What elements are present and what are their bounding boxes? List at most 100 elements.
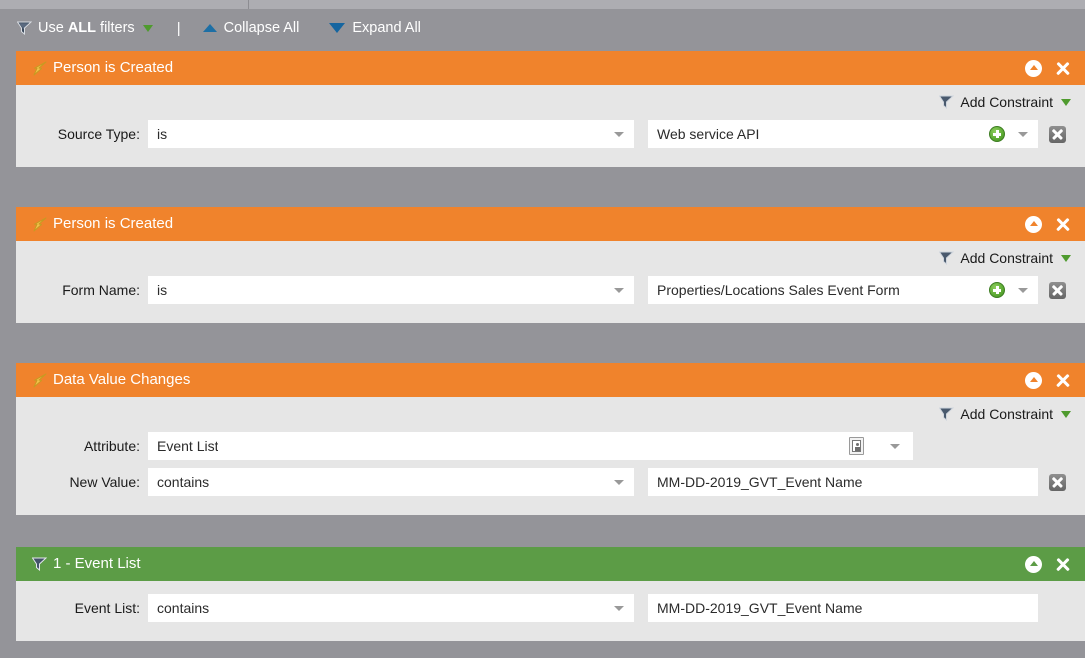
panel-header-actions: [1025, 207, 1071, 241]
field-label: Form Name:: [16, 282, 148, 298]
panel-body: Add Constraint Source Type: is Web servi…: [16, 85, 1085, 167]
expand-all-button[interactable]: Expand All: [329, 9, 421, 47]
collapse-all-label: Collapse All: [224, 20, 300, 36]
add-constraint-button[interactable]: Add Constraint: [939, 94, 1071, 110]
panel-header-actions: [1025, 51, 1071, 85]
chevron-down-icon[interactable]: [890, 444, 900, 449]
move-up-button[interactable]: [1025, 372, 1042, 389]
attribute-value: Event List: [149, 438, 218, 454]
add-constraint-row: Add Constraint: [16, 397, 1085, 431]
panel-bottom-spacer: [16, 503, 1085, 515]
filter-toolbar: Use ALL filters | Collapse All Expand Al…: [0, 9, 1085, 47]
panel-header: Data Value Changes: [16, 363, 1085, 397]
value-text: Web service API: [649, 126, 759, 142]
delete-constraint-button[interactable]: [1049, 126, 1066, 143]
chevron-down-icon[interactable]: [1061, 255, 1071, 262]
move-up-button[interactable]: [1025, 60, 1042, 77]
value-select[interactable]: Properties/Locations Sales Event Form: [648, 276, 1038, 304]
use-all-filters-button[interactable]: Use ALL filters: [17, 9, 153, 47]
chevron-down-icon[interactable]: [1061, 99, 1071, 106]
triangle-down-icon: [329, 23, 345, 33]
funnel-icon: [939, 407, 954, 421]
panel-data-value-changes: Data Value Changes Add Constraint: [16, 363, 1085, 515]
constraint-row: Source Type: is Web service API: [16, 119, 1085, 149]
operator-select[interactable]: contains: [148, 594, 634, 622]
panel-title: Person is Created: [53, 60, 173, 76]
close-panel-button[interactable]: [1054, 556, 1071, 573]
operator-value: is: [149, 282, 167, 298]
panel-body: Event List: contains MM-DD-2019_GVT_Even…: [16, 581, 1085, 641]
operator-value: contains: [149, 474, 209, 490]
panel-header: Person is Created: [16, 51, 1085, 85]
operator-value: is: [149, 126, 167, 142]
panel-person-is-created-1: Person is Created Add Constraint: [16, 51, 1085, 167]
chevron-down-icon[interactable]: [614, 288, 624, 293]
attribute-row: Attribute: Event List: [16, 431, 1085, 461]
window-top-strip: [0, 0, 1085, 9]
value-select[interactable]: Web service API: [648, 120, 1038, 148]
triangle-up-icon: [203, 24, 217, 32]
add-value-icon[interactable]: [989, 282, 1005, 298]
panel-event-list-filter: 1 - Event List Event List: contains MM-D…: [16, 547, 1085, 641]
add-constraint-label: Add Constraint: [960, 94, 1053, 110]
move-up-button[interactable]: [1025, 556, 1042, 573]
panel-body: Add Constraint Attribute: Event List New…: [16, 397, 1085, 515]
panel-header: Person is Created: [16, 207, 1085, 241]
attribute-picker-icon[interactable]: [849, 437, 864, 455]
toolbar-separator: |: [177, 21, 181, 36]
add-constraint-label: Add Constraint: [960, 250, 1053, 266]
chevron-down-icon[interactable]: [614, 480, 624, 485]
chevron-down-icon[interactable]: [1061, 411, 1071, 418]
field-label: New Value:: [16, 474, 148, 490]
add-value-icon[interactable]: [989, 126, 1005, 142]
panel-header-actions: [1025, 363, 1071, 397]
constraint-row: Form Name: is Properties/Locations Sales…: [16, 275, 1085, 305]
panel-title: Data Value Changes: [53, 372, 190, 388]
field-label: Attribute:: [16, 438, 148, 454]
funnel-icon: [939, 95, 954, 109]
lightning-bolt-icon: [32, 217, 47, 231]
close-panel-button[interactable]: [1054, 216, 1071, 233]
panel-header: 1 - Event List: [16, 547, 1085, 581]
panel-person-is-created-2: Person is Created Add Constraint: [16, 207, 1085, 323]
delete-constraint-button[interactable]: [1049, 474, 1066, 491]
use-all-filters-label: Use ALL filters: [38, 20, 135, 36]
attribute-select[interactable]: Event List: [148, 432, 913, 460]
value-input[interactable]: MM-DD-2019_GVT_Event Name: [648, 468, 1038, 496]
close-panel-button[interactable]: [1054, 372, 1071, 389]
add-constraint-row: Add Constraint: [16, 85, 1085, 119]
panel-bottom-spacer: [16, 629, 1085, 641]
value-text: MM-DD-2019_GVT_Event Name: [649, 474, 862, 490]
add-constraint-row: Add Constraint: [16, 241, 1085, 275]
value-text: Properties/Locations Sales Event Form: [649, 282, 900, 298]
operator-select[interactable]: is: [148, 120, 634, 148]
close-panel-button[interactable]: [1054, 60, 1071, 77]
lightning-bolt-icon: [32, 61, 47, 75]
operator-select[interactable]: contains: [148, 468, 634, 496]
top-strip-divider: [248, 0, 249, 9]
chevron-down-icon[interactable]: [143, 25, 153, 32]
expand-all-label: Expand All: [352, 20, 421, 36]
delete-constraint-button[interactable]: [1049, 282, 1066, 299]
value-input[interactable]: MM-DD-2019_GVT_Event Name: [648, 594, 1038, 622]
panel-title: Person is Created: [53, 216, 173, 232]
funnel-icon: [17, 21, 32, 35]
move-up-button[interactable]: [1025, 216, 1042, 233]
constraint-row: New Value: contains MM-DD-2019_GVT_Event…: [16, 467, 1085, 497]
operator-select[interactable]: is: [148, 276, 634, 304]
collapse-all-button[interactable]: Collapse All: [203, 9, 300, 47]
funnel-icon: [939, 251, 954, 265]
chevron-down-icon[interactable]: [1018, 288, 1028, 293]
field-label: Event List:: [16, 600, 148, 616]
funnel-icon: [32, 557, 47, 571]
add-constraint-button[interactable]: Add Constraint: [939, 250, 1071, 266]
chevron-down-icon[interactable]: [614, 606, 624, 611]
chevron-down-icon[interactable]: [614, 132, 624, 137]
chevron-down-icon[interactable]: [1018, 132, 1028, 137]
operator-value: contains: [149, 600, 209, 616]
add-constraint-button[interactable]: Add Constraint: [939, 406, 1071, 422]
panel-header-actions: [1025, 547, 1071, 581]
add-constraint-label: Add Constraint: [960, 406, 1053, 422]
panel-bottom-spacer: [16, 311, 1085, 323]
panel-top-spacer: [16, 581, 1085, 593]
